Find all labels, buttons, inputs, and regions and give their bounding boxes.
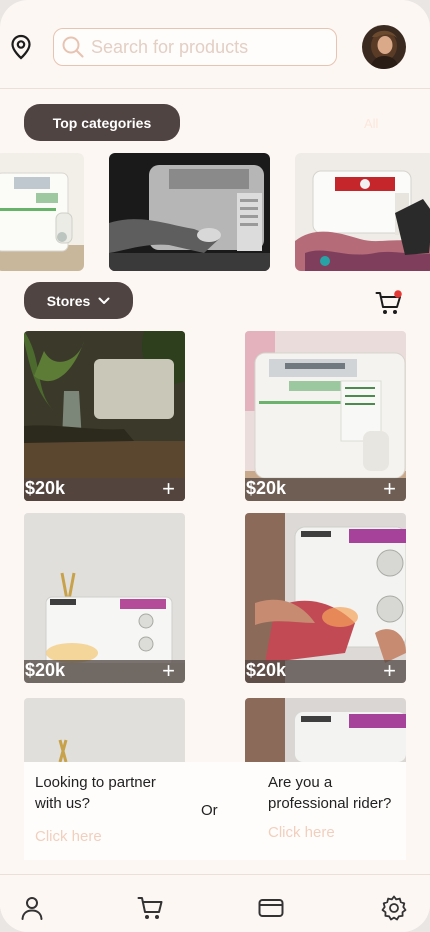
category-image-2[interactable] [109,153,270,271]
cart-icon[interactable] [375,290,403,316]
product-card[interactable]: $20k + [245,513,406,683]
price: $20k [25,478,66,498]
chevron-down-icon [98,297,110,304]
search-input[interactable] [89,35,328,59]
card-icon[interactable] [258,895,284,921]
bottom-nav [0,874,430,932]
add-to-cart-button[interactable]: + [383,660,396,682]
top-categories-text: Top categories [52,114,152,131]
product-card-partial[interactable] [245,698,406,762]
stores-label: Stores [46,292,91,309]
add-to-cart-button[interactable]: + [162,478,175,500]
price: $20k [246,660,287,680]
price: $20k [25,660,66,680]
category-image-1[interactable] [0,153,84,271]
all-categories-link[interactable]: All [364,116,378,131]
add-to-cart-button[interactable]: + [162,660,175,682]
partner-question: Looking to partner with us? [35,774,156,812]
product-card[interactable]: $20k + [24,331,185,501]
avatar-image [362,25,406,69]
add-to-cart-button[interactable]: + [383,478,396,500]
top-categories-label[interactable]: Top categories [24,104,180,141]
price: $20k [246,478,287,498]
cart-icon[interactable] [137,895,163,921]
product-card[interactable]: $20k + [245,331,406,501]
rider-question: Are you a professional rider? [268,774,392,812]
rider-link[interactable]: Click here [268,824,335,841]
product-card[interactable]: $20k + [24,513,185,683]
category-image-3[interactable] [295,153,430,271]
search-icon [62,36,84,58]
search-bar[interactable] [53,28,337,66]
partner-banner: Looking to partner with us? Click here O… [24,762,406,860]
app-screen: Top categories All [0,0,430,932]
cart-badge [394,290,402,298]
settings-icon[interactable] [381,895,407,921]
product-card-partial[interactable] [24,698,185,762]
stores-dropdown[interactable]: Stores [24,282,133,319]
avatar[interactable] [362,25,406,69]
profile-icon[interactable] [19,895,45,921]
partner-link[interactable]: Click here [35,828,102,845]
or-divider: Or [201,802,218,819]
map-pin-icon[interactable] [9,34,33,60]
top-bar [0,0,430,89]
